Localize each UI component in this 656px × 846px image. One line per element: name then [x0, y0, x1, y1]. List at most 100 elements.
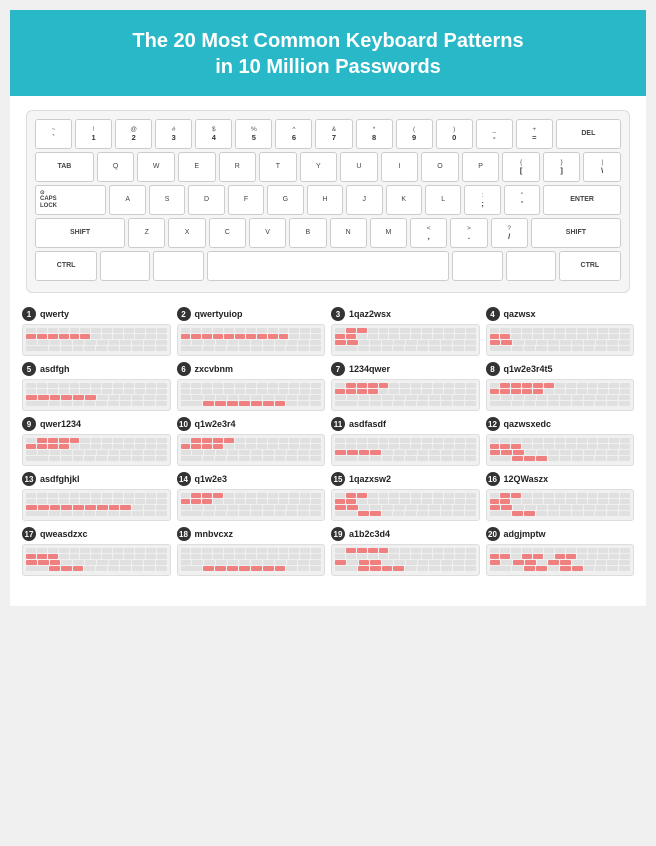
- pattern-11-name: asdfasdf: [349, 419, 386, 429]
- key-o: O: [421, 152, 459, 182]
- key-lbracket: {[: [502, 152, 540, 182]
- pattern-9: 9 qwer1234: [22, 417, 171, 466]
- kb-row-5: CTRL CTRL: [35, 251, 621, 281]
- key-4: $4: [195, 119, 232, 149]
- pattern-2-keyboard: [177, 324, 326, 356]
- key-z: Z: [128, 218, 165, 248]
- pattern-8-label: 8 q1w2e3r4t5: [486, 362, 635, 376]
- key-a: A: [109, 185, 145, 215]
- main-keyboard: ~` !1 @2 #3 $4 %5 ^6 &7 *8 (9 )0 _- += D…: [26, 110, 630, 293]
- pattern-9-name: qwer1234: [40, 419, 81, 429]
- page: The 20 Most Common Keyboard Patterns in …: [10, 10, 646, 606]
- pattern-3-num: 3: [331, 307, 345, 321]
- key-space: [207, 251, 450, 281]
- key-b: B: [289, 218, 326, 248]
- key-period: >.: [450, 218, 487, 248]
- key-7: &7: [315, 119, 352, 149]
- pattern-16-label: 16 12QWaszx: [486, 472, 635, 486]
- pattern-1-num: 1: [22, 307, 36, 321]
- key-shift-left: SHIFT: [35, 218, 125, 248]
- pattern-17-keyboard: [22, 544, 171, 576]
- pattern-1: 1 qwerty: [22, 307, 171, 356]
- pattern-12-label: 12 qazwsxedc: [486, 417, 635, 431]
- key-caps: ⊙ CAPSLOCK: [35, 185, 106, 215]
- key-0: )0: [436, 119, 473, 149]
- pattern-18-name: mnbvcxz: [195, 529, 234, 539]
- pattern-13: 13 asdfghjkl: [22, 472, 171, 521]
- key-backslash: |\: [583, 152, 621, 182]
- pattern-7-num: 7: [331, 362, 345, 376]
- pattern-12-num: 12: [486, 417, 500, 431]
- key-e: E: [178, 152, 216, 182]
- pattern-4-num: 4: [486, 307, 500, 321]
- pattern-9-num: 9: [22, 417, 36, 431]
- pattern-15-num: 15: [331, 472, 345, 486]
- key-5: %5: [235, 119, 272, 149]
- key-i: I: [381, 152, 419, 182]
- pattern-2: 2 qwertyuiop: [177, 307, 326, 356]
- key-tab: TAB: [35, 152, 94, 182]
- pattern-19-num: 19: [331, 527, 345, 541]
- pattern-8-name: q1w2e3r4t5: [504, 364, 553, 374]
- pattern-12: 12 qazwsxedc: [486, 417, 635, 466]
- pattern-19: 19 a1b2c3d4: [331, 527, 480, 576]
- key-semicolon: :;: [464, 185, 500, 215]
- pattern-4-name: qazwsx: [504, 309, 536, 319]
- pattern-1-label: 1 qwerty: [22, 307, 171, 321]
- pattern-20: 20 adgjmptw: [486, 527, 635, 576]
- pattern-18-keyboard: [177, 544, 326, 576]
- key-blank1: [100, 251, 150, 281]
- key-rbracket: }]: [543, 152, 581, 182]
- pattern-13-keyboard: [22, 489, 171, 521]
- key-v: V: [249, 218, 286, 248]
- pattern-16-name: 12QWaszx: [504, 474, 549, 484]
- kb-row-3: ⊙ CAPSLOCK A S D F G H J K L :; "' ENTER: [35, 185, 621, 215]
- pattern-16: 16 12QWaszx: [486, 472, 635, 521]
- pattern-6-label: 6 zxcvbnm: [177, 362, 326, 376]
- key-h: H: [307, 185, 343, 215]
- pattern-12-keyboard: [486, 434, 635, 466]
- pattern-17-name: qweasdzxc: [40, 529, 88, 539]
- pattern-8-keyboard: [486, 379, 635, 411]
- key-minus: _-: [476, 119, 513, 149]
- pattern-6-num: 6: [177, 362, 191, 376]
- header-line1: The 20 Most Common Keyboard Patterns: [30, 28, 626, 54]
- pattern-8: 8 q1w2e3r4t5: [486, 362, 635, 411]
- pattern-3-name: 1qaz2wsx: [349, 309, 391, 319]
- key-m: M: [370, 218, 407, 248]
- pattern-19-keyboard: [331, 544, 480, 576]
- key-tilde: ~`: [35, 119, 72, 149]
- pattern-18-label: 18 mnbvcxz: [177, 527, 326, 541]
- pattern-7-label: 7 1234qwer: [331, 362, 480, 376]
- key-ctrl-left: CTRL: [35, 251, 97, 281]
- pattern-5: 5 asdfgh: [22, 362, 171, 411]
- pattern-1-keyboard: [22, 324, 171, 356]
- pattern-10-keyboard: [177, 434, 326, 466]
- pattern-18-num: 18: [177, 527, 191, 541]
- pattern-6-name: zxcvbnm: [195, 364, 234, 374]
- pattern-20-name: adgjmptw: [504, 529, 546, 539]
- pattern-4-keyboard: [486, 324, 635, 356]
- pattern-20-label: 20 adgjmptw: [486, 527, 635, 541]
- pattern-3: 3 1qaz2wsx: [331, 307, 480, 356]
- pattern-10-name: q1w2e3r4: [195, 419, 236, 429]
- pattern-19-label: 19 a1b2c3d4: [331, 527, 480, 541]
- key-w: W: [137, 152, 175, 182]
- key-y: Y: [300, 152, 338, 182]
- pattern-17: 17 qweasdzxc: [22, 527, 171, 576]
- pattern-11-label: 11 asdfasdf: [331, 417, 480, 431]
- pattern-3-label: 3 1qaz2wsx: [331, 307, 480, 321]
- pattern-14-label: 14 q1w2e3: [177, 472, 326, 486]
- key-q: Q: [97, 152, 135, 182]
- pattern-15: 15 1qazxsw2: [331, 472, 480, 521]
- key-2: @2: [115, 119, 152, 149]
- pattern-14: 14 q1w2e3: [177, 472, 326, 521]
- pattern-20-keyboard: [486, 544, 635, 576]
- pattern-11-keyboard: [331, 434, 480, 466]
- key-x: X: [168, 218, 205, 248]
- key-comma: <,: [410, 218, 447, 248]
- pattern-7: 7 1234qwer: [331, 362, 480, 411]
- pattern-19-name: a1b2c3d4: [349, 529, 390, 539]
- pattern-4: 4 qazwsx: [486, 307, 635, 356]
- pattern-8-num: 8: [486, 362, 500, 376]
